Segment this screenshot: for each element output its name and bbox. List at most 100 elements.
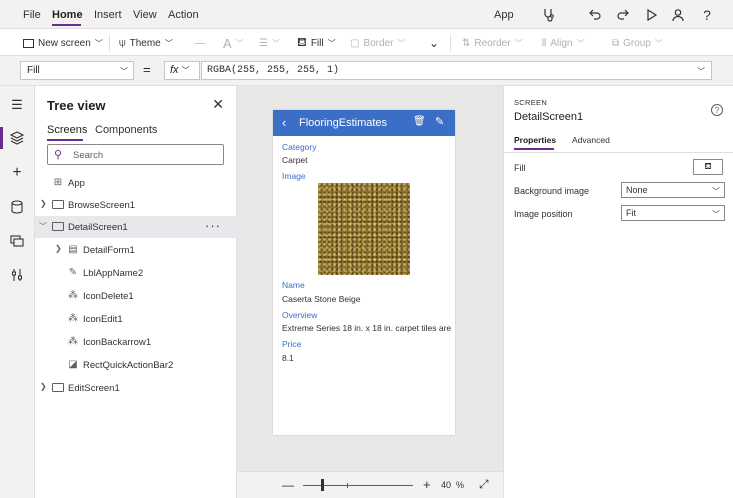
- zoom-slider-thumb[interactable]: [321, 479, 324, 491]
- chevron-down-icon: ﹀: [697, 67, 705, 76]
- chevron-right-icon[interactable]: ❯: [55, 244, 62, 253]
- help-icon[interactable]: ?: [711, 104, 723, 116]
- menu-action[interactable]: Action: [168, 9, 199, 21]
- background-image-label: Background image: [514, 186, 590, 196]
- ribbon-divider: [450, 35, 451, 51]
- shape-icon: ◪: [68, 359, 78, 370]
- tree-view-panel: Tree view ✕ Screens Components ⚲ Search …: [35, 86, 237, 498]
- tree-item-icondelete1[interactable]: ⁂ IconDelete1: [35, 285, 237, 307]
- menu-bar: File Home Insert View Action App ?: [0, 0, 733, 29]
- paint-bucket-icon: ⛾: [297, 35, 307, 49]
- tab-advanced[interactable]: Advanced: [572, 135, 610, 145]
- chevron-right-icon[interactable]: ❯: [40, 382, 47, 391]
- text-align-button[interactable]: ☰ ﹀: [259, 35, 280, 51]
- redo-icon[interactable]: [613, 5, 633, 25]
- border-button[interactable]: ▢ Border ﹀: [350, 35, 405, 51]
- more-options-icon[interactable]: ···: [205, 218, 221, 233]
- tree-item-label: IconBackarrow1: [83, 337, 152, 348]
- tree-item-lblappname2[interactable]: ✎ LblAppName2: [35, 262, 237, 284]
- search-input[interactable]: ⚲ Search: [47, 144, 224, 165]
- tree-item-app[interactable]: ⊞ App: [35, 172, 237, 194]
- zoom-value: 40: [441, 480, 452, 490]
- screen-icon: [51, 220, 65, 233]
- app-header-bar[interactable]: ‹ FlooringEstimates 🗑 ✎: [273, 110, 455, 136]
- hamburger-icon[interactable]: ☰: [7, 95, 27, 115]
- pencil-icon[interactable]: ✎: [435, 115, 444, 128]
- new-screen-button[interactable]: New screen ﹀: [23, 35, 103, 51]
- database-icon[interactable]: [7, 197, 27, 217]
- field-value-category: Carpet: [282, 155, 308, 165]
- close-icon[interactable]: ✕: [212, 96, 224, 113]
- panel-divider: [504, 152, 733, 153]
- chevron-down-icon: ﹀: [94, 38, 103, 48]
- menu-view[interactable]: View: [133, 9, 157, 21]
- tree-item-iconbackarrow1[interactable]: ⁂ IconBackarrow1: [35, 331, 237, 353]
- app-screen-preview[interactable]: ‹ FlooringEstimates 🗑 ✎ Category Carpet …: [273, 110, 455, 435]
- chevron-down-icon: ﹀: [576, 38, 585, 48]
- tree-item-browsescreen1[interactable]: ❯ BrowseScreen1: [35, 194, 237, 216]
- tree-item-detailform1[interactable]: ❯ ▤ DetailForm1: [35, 239, 237, 261]
- field-label-name: Name: [282, 280, 305, 290]
- fit-to-window-icon[interactable]: ⤢: [479, 477, 489, 492]
- field-label-overview: Overview: [282, 310, 318, 320]
- undo-icon[interactable]: [585, 5, 605, 25]
- align-button[interactable]: ⫴ Align ﹀: [542, 35, 584, 51]
- tab-components[interactable]: Components: [95, 124, 157, 136]
- field-label-image: Image: [282, 171, 306, 181]
- zoom-in-button[interactable]: +: [423, 477, 431, 492]
- line-weight-icon: —: [195, 37, 205, 49]
- chevron-down-icon[interactable]: ﹀: [39, 221, 47, 232]
- zoom-unit: %: [456, 480, 465, 490]
- tree-item-rectquickactionbar2[interactable]: ◪ RectQuickActionBar2: [35, 354, 237, 376]
- chevron-right-icon[interactable]: ❯: [40, 199, 47, 208]
- icon-control-icon: ⁂: [68, 313, 78, 324]
- selected-kind: SCREEN: [514, 98, 548, 107]
- image-position-dropdown[interactable]: Fit ﹀: [621, 205, 725, 221]
- menu-insert[interactable]: Insert: [94, 9, 122, 21]
- theme-button[interactable]: ⍦ Theme ﹀: [119, 35, 173, 51]
- image-position-value: Fit: [626, 208, 636, 218]
- fill-color-picker[interactable]: ⛾: [693, 159, 723, 175]
- reorder-button[interactable]: ⇅ Reorder ﹀: [462, 35, 523, 51]
- selected-name: DetailScreen1: [514, 111, 584, 123]
- zoom-out-button[interactable]: —: [282, 478, 294, 492]
- line-weight-button[interactable]: —: [195, 35, 205, 51]
- trash-icon[interactable]: 🗑: [413, 116, 426, 127]
- background-image-dropdown[interactable]: None ﹀: [621, 182, 725, 198]
- back-arrow-icon[interactable]: ‹: [282, 115, 286, 130]
- label-icon: ✎: [68, 267, 78, 278]
- help-icon[interactable]: ?: [697, 5, 717, 25]
- screen-icon: [51, 198, 65, 211]
- menu-file[interactable]: File: [23, 9, 41, 21]
- ribbon-overflow-chevron-icon[interactable]: ⌄: [429, 35, 439, 51]
- properties-panel: SCREEN DetailScreen1 ? Properties Advanc…: [503, 86, 733, 498]
- new-screen-label: New screen: [38, 37, 91, 49]
- border-icon: ▢: [350, 37, 360, 49]
- tree-item-detailscreen1[interactable]: ﹀ DetailScreen1 ···: [35, 216, 237, 238]
- tree-item-editscreen1[interactable]: ❯ EditScreen1: [35, 377, 237, 399]
- tab-screens[interactable]: Screens: [47, 124, 87, 136]
- tree-item-iconedit1[interactable]: ⁂ IconEdit1: [35, 308, 237, 330]
- property-dropdown[interactable]: Fill ﹀: [20, 61, 134, 80]
- image-position-label: Image position: [514, 209, 573, 219]
- fx-button[interactable]: fx ﹀: [164, 61, 200, 80]
- plus-icon[interactable]: +: [7, 163, 27, 183]
- fill-button[interactable]: ⛾ Fill ﹀: [297, 35, 336, 51]
- stethoscope-icon[interactable]: [539, 5, 559, 25]
- layers-icon[interactable]: [7, 128, 27, 148]
- formula-input[interactable]: RGBA(255, 255, 255, 1) ﹀: [201, 61, 712, 80]
- tab-properties[interactable]: Properties: [514, 135, 556, 145]
- person-icon[interactable]: [668, 5, 688, 25]
- chevron-down-icon: ﹀: [712, 187, 720, 196]
- chevron-down-icon: ﹀: [271, 38, 280, 48]
- media-icon[interactable]: [7, 231, 27, 251]
- app-button[interactable]: App: [494, 9, 514, 21]
- play-icon[interactable]: [641, 5, 661, 25]
- menu-home[interactable]: Home: [52, 9, 83, 21]
- font-button[interactable]: A ﹀: [223, 35, 244, 51]
- tools-icon[interactable]: [7, 265, 27, 285]
- zoom-slider-track[interactable]: [303, 485, 413, 486]
- search-icon: ⚲: [54, 149, 63, 161]
- tree-item-label: IconEdit1: [83, 314, 123, 325]
- group-button[interactable]: ⧉ Group ﹀: [612, 35, 663, 51]
